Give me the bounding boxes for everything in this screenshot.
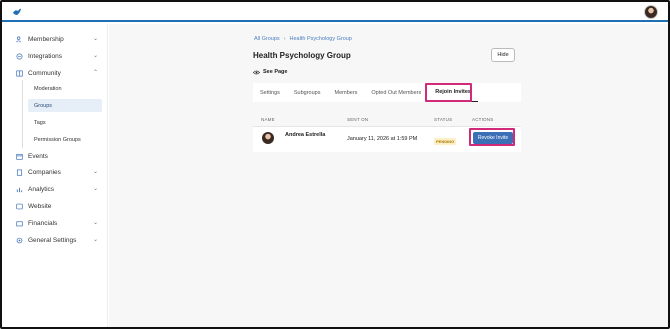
tab-members[interactable]: Members — [327, 83, 364, 102]
sidebar-item-analytics[interactable]: Analytics ⌄ — [16, 182, 102, 196]
column-header-sent-on: SENT ON — [347, 117, 369, 122]
users-icon — [16, 36, 23, 43]
see-page-link[interactable]: See Page — [253, 69, 287, 75]
sidebar-item-companies[interactable]: Companies ⌄ — [16, 165, 102, 179]
tab-subgroups[interactable]: Subgroups — [287, 83, 328, 102]
sidebar-item-label: Analytics — [28, 185, 55, 193]
app-logo-icon[interactable] — [12, 7, 22, 17]
status-badge: PENDING — [434, 138, 457, 145]
column-header-status: STATUS — [434, 117, 453, 122]
sidebar-subitem-tags[interactable]: Tags — [28, 116, 102, 129]
subitem-label: Tags — [34, 119, 46, 126]
tab-bar: Settings Subgroups Members Opted Out Mem… — [253, 83, 521, 102]
highlight-box-revoke-button — [469, 128, 515, 146]
sidebar-item-membership[interactable]: Membership ⌄ — [16, 32, 102, 46]
chevron-down-icon: ⌄ — [92, 169, 98, 175]
subitem-label: Groups — [34, 102, 53, 109]
tab-settings[interactable]: Settings — [253, 83, 287, 102]
chevron-up-icon: ⌃ — [92, 70, 98, 76]
bar-chart-icon — [16, 186, 23, 193]
sidebar-item-label: General Settings — [28, 236, 77, 244]
breadcrumb: All Groups › Health Psychology Group — [254, 36, 352, 42]
breadcrumb-current[interactable]: Health Psychology Group — [290, 36, 352, 42]
tab-opted-out-members[interactable]: Opted Out Members — [364, 83, 428, 102]
breadcrumb-all-groups[interactable]: All Groups — [254, 36, 280, 42]
sidebar-item-website[interactable]: Website — [16, 199, 102, 213]
chevron-down-icon: ⌄ — [92, 220, 98, 226]
subitem-label: Permission Groups — [34, 136, 81, 143]
book-icon — [16, 70, 23, 77]
building-icon — [16, 169, 23, 176]
chevron-down-icon: ⌄ — [92, 186, 98, 192]
eye-icon — [253, 70, 260, 74]
sidebar-item-events[interactable]: Events — [16, 149, 102, 163]
sidebar: Membership ⌄ Integrations ⌄ Community ⌃ … — [2, 24, 108, 327]
row-name: Andrea Estrella — [285, 132, 326, 138]
gear-icon — [16, 237, 23, 244]
submenu-rail — [22, 80, 23, 148]
column-header-name: NAME — [261, 117, 275, 122]
chevron-down-icon: ⌄ — [92, 36, 98, 42]
column-header-actions: ACTIONS — [472, 117, 494, 122]
sidebar-item-label: Integrations — [28, 52, 62, 60]
table-header: NAME SENT ON STATUS ACTIONS — [253, 114, 521, 126]
chevron-down-icon: ⌄ — [92, 53, 98, 59]
subitem-label: Moderation — [34, 85, 62, 92]
sidebar-item-label: Events — [28, 152, 48, 160]
breadcrumb-separator: › — [283, 36, 286, 42]
user-avatar[interactable] — [644, 5, 658, 19]
avatar — [262, 132, 274, 144]
sidebar-item-label: Financials — [28, 219, 58, 227]
sidebar-item-community[interactable]: Community ⌃ — [16, 66, 102, 80]
sidebar-item-label: Companies — [28, 168, 61, 176]
calendar-icon — [16, 153, 23, 160]
sidebar-item-label: Community — [28, 69, 61, 77]
row-sent-on: January 11, 2026 at 1:59 PM — [347, 136, 418, 142]
sidebar-subitem-groups[interactable]: Groups — [28, 99, 102, 112]
sidebar-item-label: Website — [28, 202, 52, 210]
hide-button[interactable]: Hide — [491, 48, 515, 62]
top-bar — [2, 2, 668, 22]
sidebar-subitem-moderation[interactable]: Moderation — [28, 82, 102, 95]
plug-icon — [16, 53, 23, 60]
sidebar-item-financials[interactable]: Financials ⌄ — [16, 216, 102, 230]
main-content: All Groups › Health Psychology Group Hea… — [109, 24, 668, 327]
page-title: Health Psychology Group — [253, 51, 351, 60]
sidebar-item-integrations[interactable]: Integrations ⌄ — [16, 49, 102, 63]
globe-icon — [16, 203, 23, 210]
chevron-down-icon: ⌄ — [92, 237, 98, 243]
sidebar-item-general-settings[interactable]: General Settings ⌄ — [16, 233, 102, 247]
app-window: Membership ⌄ Integrations ⌄ Community ⌃ … — [0, 0, 670, 329]
highlight-box-rejoin-tab — [425, 83, 472, 102]
wallet-icon — [16, 220, 23, 227]
sidebar-subitem-permission-groups[interactable]: Permission Groups — [28, 133, 102, 146]
see-page-label: See Page — [263, 69, 288, 75]
sidebar-item-label: Membership — [28, 35, 64, 43]
